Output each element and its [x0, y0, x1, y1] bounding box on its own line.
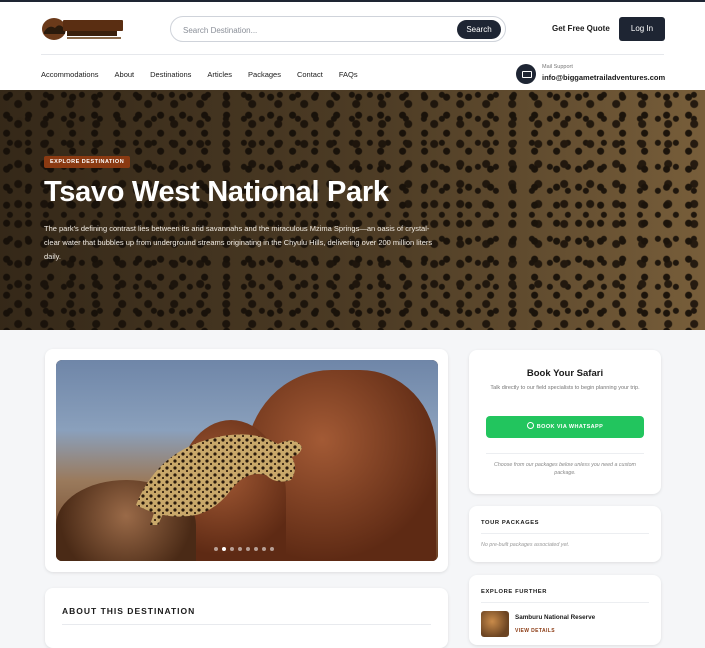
hero-banner: EXPLORE DESTINATION Tsavo West National …	[0, 90, 705, 330]
search-button[interactable]: Search	[457, 20, 501, 39]
mail-icon	[516, 64, 536, 84]
about-card: ABOUT THIS DESTINATION	[45, 588, 448, 648]
get-quote-link[interactable]: Get Free Quote	[552, 24, 610, 33]
about-divider	[62, 624, 431, 625]
nav-item-destinations[interactable]: Destinations	[150, 70, 191, 79]
hero-badge: EXPLORE DESTINATION	[44, 156, 131, 168]
main-nav: Accommodations About Destinations Articl…	[41, 70, 374, 79]
nav-item-packages[interactable]: Packages	[248, 70, 281, 79]
destination-thumbnail[interactable]	[481, 611, 509, 637]
header-divider	[41, 54, 664, 55]
brand-logo[interactable]	[41, 16, 125, 42]
explore-heading: EXPLORE FURTHER	[481, 589, 548, 595]
whatsapp-button-label: BOOK VIA WHATSAPP	[536, 424, 604, 430]
whatsapp-booking-button[interactable]: BOOK VIA WHATSAPP	[486, 416, 644, 438]
page-title: Tsavo West National Park	[44, 176, 389, 208]
whatsapp-icon	[526, 422, 534, 429]
carousel-dot[interactable]	[262, 547, 266, 551]
search-input[interactable]	[183, 22, 443, 38]
nav-item-faqs[interactable]: FAQs	[339, 70, 358, 79]
nav-item-contact[interactable]: Contact	[297, 70, 323, 79]
explore-further-card: EXPLORE FURTHER Samburu National Reserve…	[469, 575, 661, 645]
booking-title: Book Your Safari	[526, 368, 604, 379]
tour-packages-card: TOUR PACKAGES No pre-built packages asso…	[469, 506, 661, 562]
carousel-dot[interactable]	[270, 547, 274, 551]
support-email-link[interactable]: info@biggametrailadventures.com	[542, 73, 665, 82]
view-details-link[interactable]: VIEW DETAILS	[515, 628, 555, 634]
carousel-dot[interactable]	[230, 547, 234, 551]
booking-note: Choose from our packages below unless yo…	[494, 462, 636, 476]
carousel-dot[interactable]	[254, 547, 258, 551]
nav-item-about[interactable]: About	[115, 70, 135, 79]
image-carousel[interactable]	[56, 360, 438, 561]
login-button[interactable]: Log In	[619, 17, 665, 41]
carousel-dot[interactable]	[214, 547, 218, 551]
carousel-dot-active[interactable]	[222, 547, 226, 551]
leopard-figure	[136, 434, 302, 525]
carousel-indicators	[214, 547, 274, 551]
packages-divider	[481, 533, 649, 534]
explore-divider	[481, 602, 649, 603]
carousel-dot[interactable]	[246, 547, 250, 551]
packages-empty-text: No pre-built packages associated yet.	[481, 542, 570, 548]
site-header: Search Get Free Quote Log In Accommodati…	[0, 2, 705, 90]
gallery-card	[45, 349, 448, 572]
nav-item-articles[interactable]: Articles	[207, 70, 232, 79]
booking-card: Book Your Safari Talk directly to our fi…	[469, 350, 661, 494]
about-heading: ABOUT THIS DESTINATION	[62, 606, 196, 616]
search-bar: Search	[170, 16, 506, 42]
mail-support-label: Mail Support	[542, 64, 573, 70]
booking-subtitle: Talk directly to our field specialists t…	[490, 385, 640, 391]
carousel-dot[interactable]	[238, 547, 242, 551]
destination-name[interactable]: Samburu National Reserve	[515, 614, 595, 621]
hero-description: The park's defining contrast lies betwee…	[44, 224, 433, 261]
booking-divider	[486, 453, 644, 454]
hero-overlay	[0, 90, 705, 330]
nav-item-accommodations[interactable]: Accommodations	[41, 70, 99, 79]
tour-packages-heading: TOUR PACKAGES	[481, 520, 540, 526]
